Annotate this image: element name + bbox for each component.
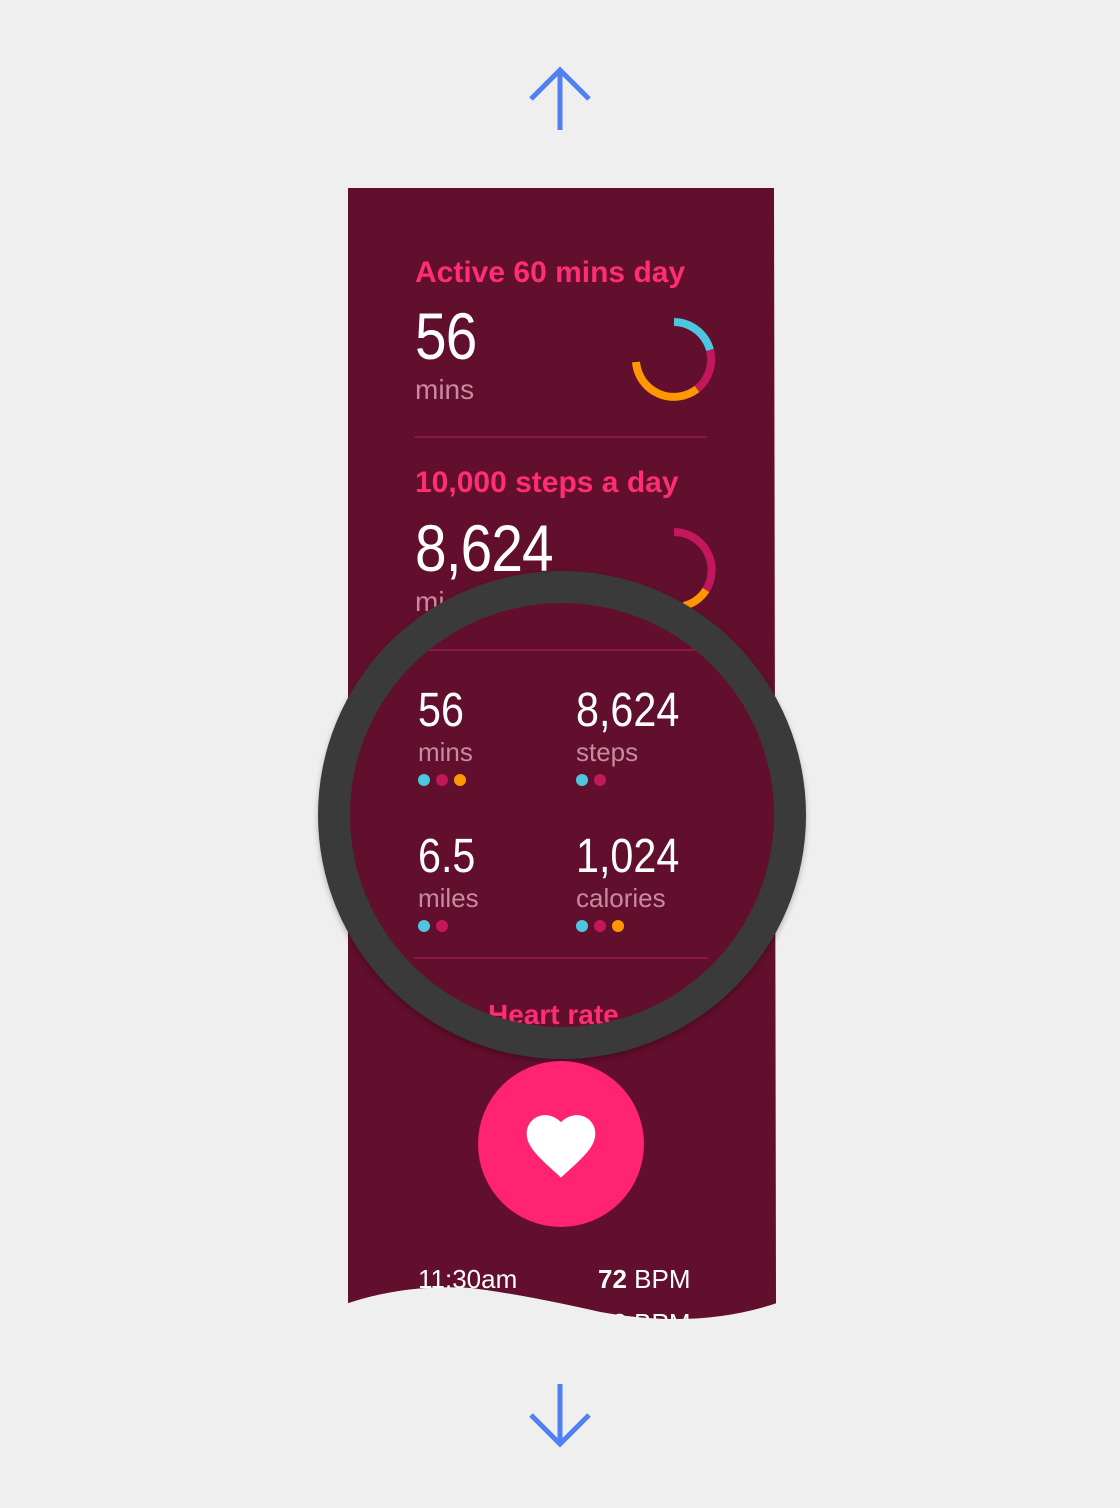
divider xyxy=(414,649,708,651)
divider xyxy=(414,957,708,959)
stat-unit: steps xyxy=(576,737,639,767)
scroll-down-arrow-icon xyxy=(527,1382,593,1448)
watch-face[interactable]: 56 mins 8,624 steps 6.5 miles 1,024 calo… xyxy=(350,603,774,1027)
stat-value: 6.5 xyxy=(418,830,476,883)
stat-source-dots xyxy=(418,920,448,932)
stat-source-dots xyxy=(576,920,624,932)
stat-source-dots xyxy=(576,774,606,786)
stat-value: 8,624 xyxy=(576,684,680,737)
stat-value: 1,024 xyxy=(576,830,680,883)
stat-source-dots xyxy=(418,774,466,786)
watch-bezel: 56 mins 8,624 steps 6.5 miles 1,024 calo… xyxy=(318,571,806,1059)
heart-rate-button[interactable] xyxy=(478,1061,644,1227)
stat-unit: miles xyxy=(418,883,479,913)
heart-icon xyxy=(526,1115,596,1178)
stat-unit: mins xyxy=(418,737,473,767)
stat-unit: calories xyxy=(576,883,666,913)
heart-rate-title: Heart rate xyxy=(488,999,619,1027)
stat-value: 56 xyxy=(418,684,464,737)
